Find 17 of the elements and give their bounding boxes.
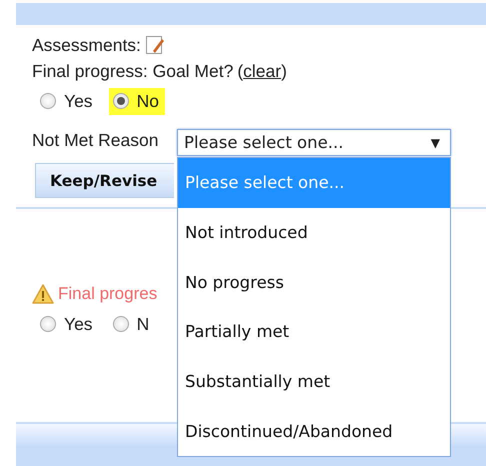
clear-link-text: (clear) — [237, 60, 287, 82]
warning-text: Final progres — [58, 284, 158, 304]
reason-label: Not Met Reason — [32, 130, 158, 150]
reason-select[interactable]: Please select one... ▼ — [177, 129, 451, 156]
goal-question: Final progress: Goal Met? — [32, 60, 234, 82]
option-label: Yes — [64, 90, 93, 112]
option-label: Yes — [64, 314, 93, 334]
edit-icon[interactable] — [144, 35, 165, 55]
radio-button[interactable] — [40, 93, 56, 109]
radio-button[interactable] — [40, 316, 56, 332]
warning-icon — [32, 284, 54, 304]
radio-button[interactable] — [112, 316, 129, 332]
clear-link[interactable]: clear — [243, 60, 282, 80]
keep-revise-button[interactable]: Keep/Revise — [35, 163, 174, 198]
option-label: No — [136, 90, 159, 112]
option-label: N — [136, 314, 150, 334]
assessments-label: Assessments: — [32, 34, 141, 56]
